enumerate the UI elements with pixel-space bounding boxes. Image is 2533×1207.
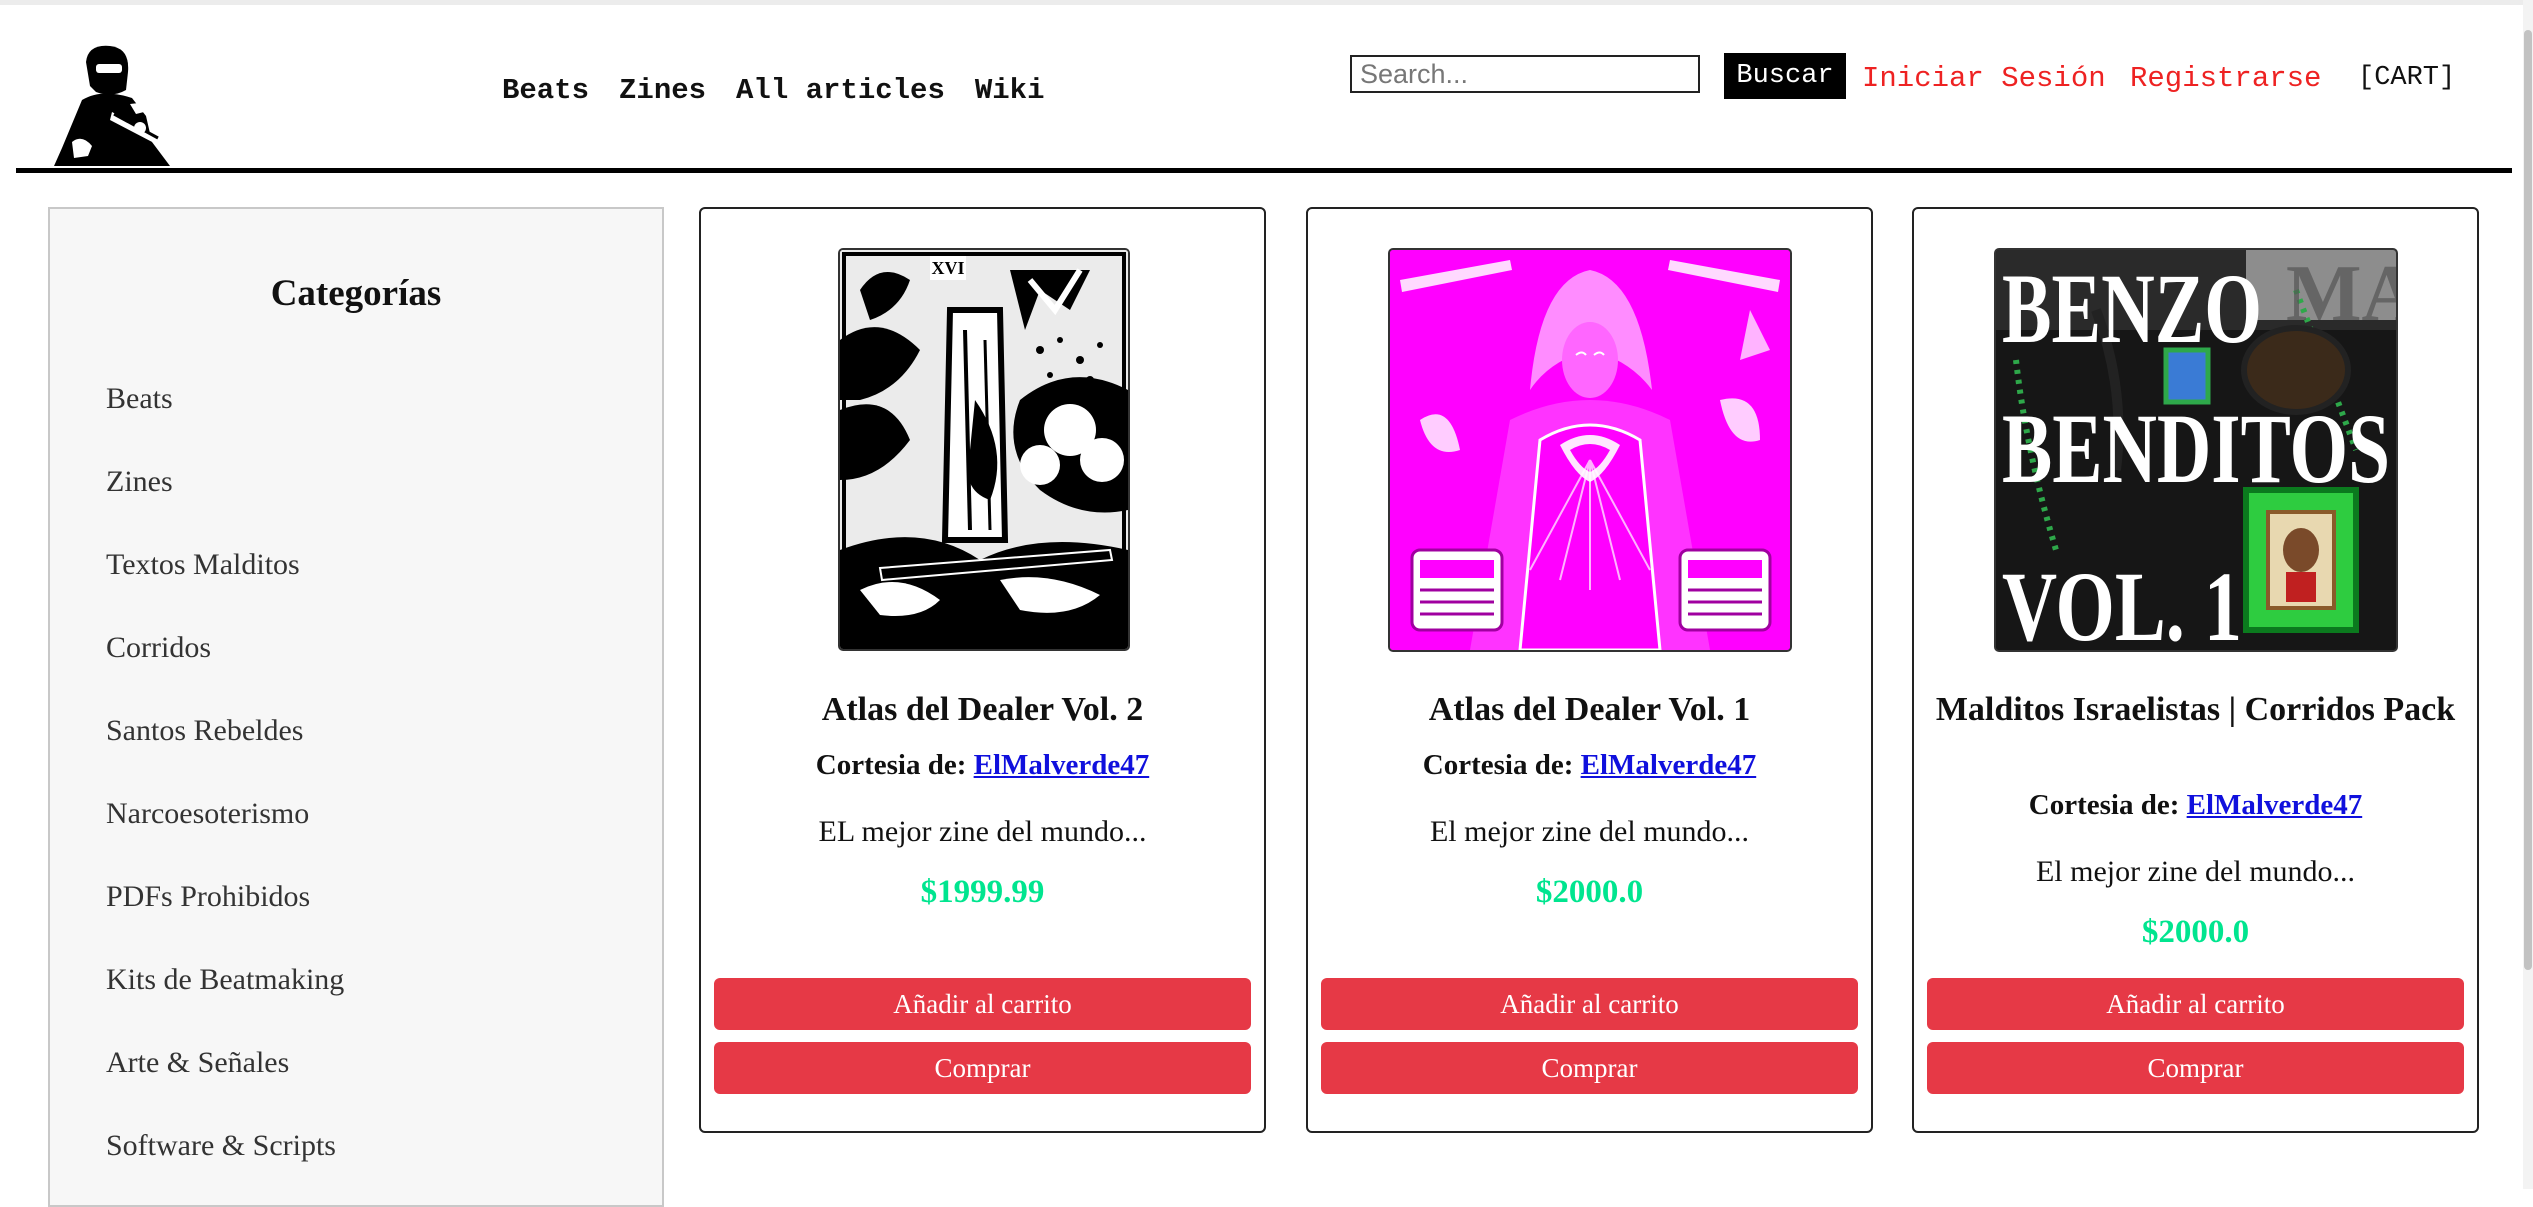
cover-text-line-1: BENZO bbox=[2002, 253, 2262, 364]
cover-text-line-3: VOL. 1 bbox=[2002, 551, 2242, 650]
product-description: EL mejor zine del mundo... bbox=[818, 815, 1147, 848]
category-sidebar: Categorías Beats Zines Textos Malditos C… bbox=[48, 207, 664, 1207]
category-list: Beats Zines Textos Malditos Corridos San… bbox=[106, 357, 344, 1187]
buy-button[interactable]: Comprar bbox=[1321, 1042, 1858, 1094]
product-image[interactable] bbox=[1388, 248, 1792, 652]
product-image[interactable]: XVI bbox=[838, 248, 1130, 651]
category-item-santos-rebeldes[interactable]: Santos Rebeldes bbox=[106, 689, 344, 772]
cover-text-line-2: BENDITOS bbox=[2002, 393, 2390, 504]
category-item-software-scripts[interactable]: Software & Scripts bbox=[106, 1104, 344, 1187]
seller-link[interactable]: ElMalverde47 bbox=[2187, 789, 2363, 821]
category-item-beats[interactable]: Beats bbox=[106, 357, 344, 440]
nav-wiki[interactable]: Wiki bbox=[975, 74, 1045, 107]
add-to-cart-button[interactable]: Añadir al carrito bbox=[1927, 978, 2464, 1030]
category-item-corridos[interactable]: Corridos bbox=[106, 606, 344, 689]
product-card: XVI Atlas del Dealer Vol. 2 Cortesia de:… bbox=[699, 207, 1266, 1133]
product-title[interactable]: Atlas del Dealer Vol. 1 bbox=[1328, 689, 1851, 730]
product-price: $2000.0 bbox=[1535, 874, 1644, 910]
category-item-narcoesoterismo[interactable]: Narcoesoterismo bbox=[106, 772, 344, 855]
main-nav: Beats Zines All articles Wiki bbox=[502, 74, 1075, 107]
search-input[interactable] bbox=[1350, 55, 1700, 93]
category-item-kits-de-beatmaking[interactable]: Kits de Beatmaking bbox=[106, 938, 344, 1021]
seller-prefix: Cortesia de: bbox=[815, 749, 967, 781]
product-seller: Cortesia de: ElMalverde47 bbox=[1914, 789, 2477, 822]
page-scrollbar-thumb[interactable] bbox=[2524, 30, 2532, 970]
category-item-pdfs-prohibidos[interactable]: PDFs Prohibidos bbox=[106, 855, 344, 938]
register-link[interactable]: Registrarse bbox=[2130, 62, 2321, 95]
magenta-virgin-image bbox=[1390, 250, 1790, 650]
svg-text:MAN: MAN bbox=[2286, 250, 2396, 338]
cart-link[interactable]: [CART] bbox=[2358, 63, 2455, 93]
product-description: El mejor zine del mundo... bbox=[1429, 815, 1750, 848]
buy-button[interactable]: Comprar bbox=[714, 1042, 1251, 1094]
nav-zines[interactable]: Zines bbox=[619, 74, 706, 107]
seller-prefix: Cortesia de: bbox=[1422, 749, 1574, 781]
product-price: $2000.0 bbox=[2141, 914, 2250, 950]
masked-figure-logo-icon bbox=[54, 45, 170, 166]
seller-link[interactable]: ElMalverde47 bbox=[1581, 749, 1757, 781]
benzo-benditos-cover-image: BENZO BENDITOS VOL. 1 MAN bbox=[1996, 250, 2396, 650]
seller-prefix: Cortesia de: bbox=[2028, 789, 2180, 821]
category-item-zines[interactable]: Zines bbox=[106, 440, 344, 523]
add-to-cart-button[interactable]: Añadir al carrito bbox=[1321, 978, 1858, 1030]
product-seller: Cortesia de: ElMalverde47 bbox=[1308, 749, 1871, 782]
product-seller: Cortesia de: ElMalverde47 bbox=[701, 749, 1264, 782]
buy-button[interactable]: Comprar bbox=[1927, 1042, 2464, 1094]
search-button[interactable]: Buscar bbox=[1724, 53, 1846, 99]
product-title[interactable]: Malditos Israelistas | Corridos Pack bbox=[1934, 689, 2457, 730]
category-item-arte-senales[interactable]: Arte & Señales bbox=[106, 1021, 344, 1104]
product-price: $1999.99 bbox=[920, 874, 1045, 910]
product-card: BENZO BENDITOS VOL. 1 MAN Malditos Israe… bbox=[1912, 207, 2479, 1133]
tarot-tower-card-image: XVI bbox=[840, 250, 1128, 649]
sidebar-title: Categorías bbox=[270, 273, 442, 314]
header-divider bbox=[16, 168, 2512, 173]
product-image[interactable]: BENZO BENDITOS VOL. 1 MAN bbox=[1994, 248, 2398, 652]
nav-all-articles[interactable]: All articles bbox=[736, 74, 945, 107]
add-to-cart-button[interactable]: Añadir al carrito bbox=[714, 978, 1251, 1030]
login-link[interactable]: Iniciar Sesión bbox=[1862, 62, 2106, 95]
nav-beats[interactable]: Beats bbox=[502, 74, 589, 107]
seller-link[interactable]: ElMalverde47 bbox=[974, 749, 1150, 781]
site-logo[interactable] bbox=[52, 42, 172, 166]
product-description: El mejor zine del mundo... bbox=[2035, 855, 2356, 888]
product-card: Atlas del Dealer Vol. 1 Cortesia de: ElM… bbox=[1306, 207, 1873, 1133]
browser-top-edge bbox=[0, 0, 2533, 5]
product-title[interactable]: Atlas del Dealer Vol. 2 bbox=[721, 689, 1244, 730]
category-item-textos-malditos[interactable]: Textos Malditos bbox=[106, 523, 344, 606]
svg-text:XVI: XVI bbox=[931, 258, 964, 278]
